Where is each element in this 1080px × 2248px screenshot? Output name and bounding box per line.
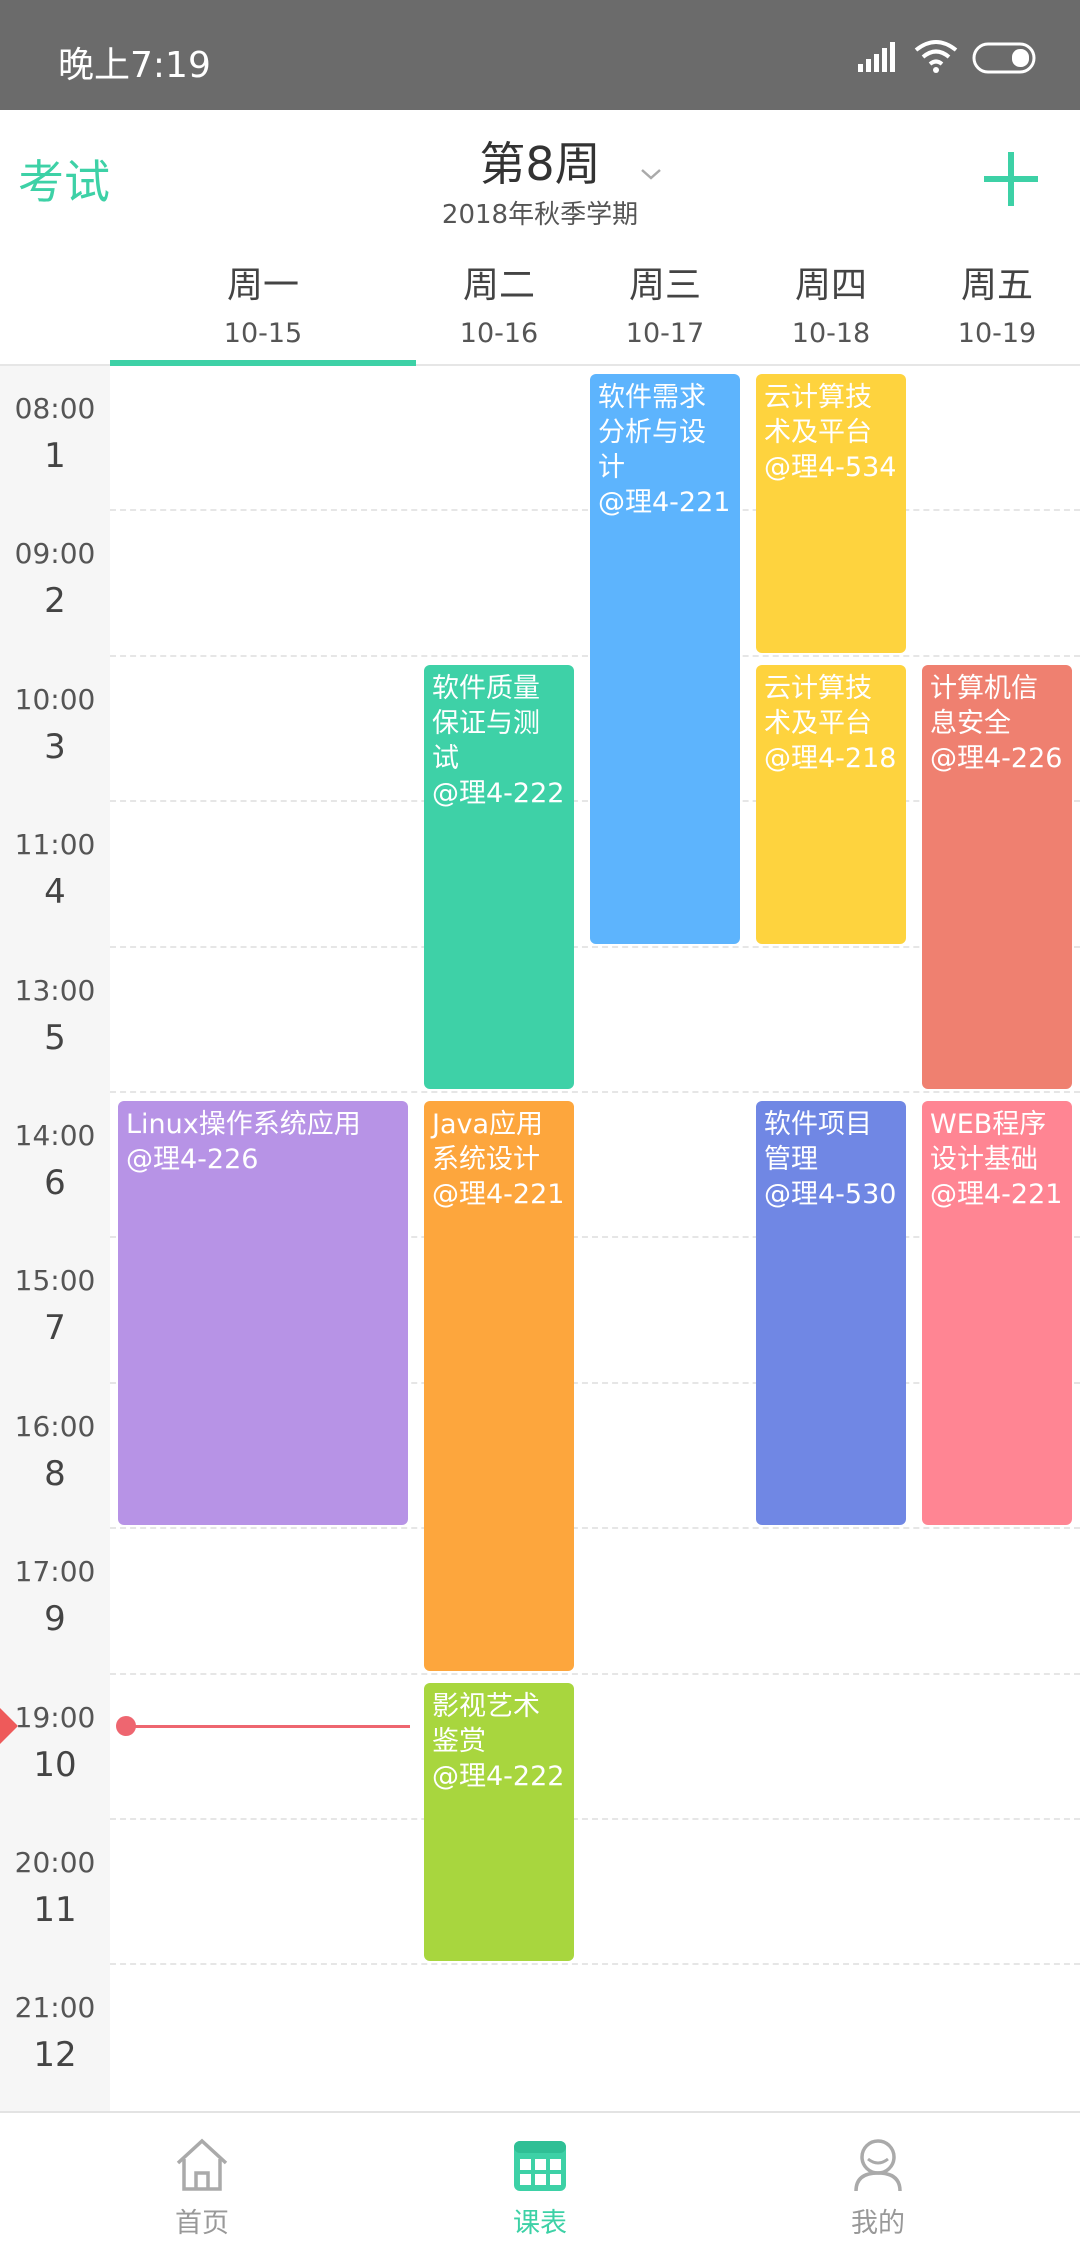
- period-number: 7: [44, 1308, 66, 1349]
- day-name: 周一: [226, 265, 299, 306]
- grid-divider: [110, 1963, 1080, 1966]
- period-number: 12: [33, 2035, 77, 2076]
- current-time-arrow-icon: [0, 1708, 18, 1744]
- nav-profile[interactable]: 我的: [778, 2113, 978, 2248]
- course-card[interactable]: Linux操作系统应用 @理4-226: [118, 1101, 408, 1526]
- day-header-row: 周一 10-15 周二 10-16 周三 10-17 周四 10-18 周五 1…: [0, 250, 1080, 366]
- period-number: 6: [44, 1163, 66, 1203]
- grid-divider: [110, 1527, 1080, 1530]
- day-date: 10-18: [791, 318, 871, 349]
- course-card[interactable]: 软件需求分析与设计 @理4-221: [590, 374, 740, 944]
- period-row: 15:00 7: [0, 1238, 110, 1383]
- period-row: 16:00 8: [0, 1384, 110, 1529]
- period-time: 08:00: [14, 392, 96, 425]
- period-time: 15:00: [14, 1264, 96, 1298]
- status-time: 晚上7:19: [58, 45, 211, 86]
- signal-icon: [858, 42, 895, 72]
- period-row: 09:00 2: [0, 511, 110, 656]
- period-row: 13:00 5: [0, 948, 110, 1093]
- grid-divider: [110, 1672, 1080, 1675]
- nav-timetable[interactable]: 课表: [440, 2113, 640, 2248]
- course-card[interactable]: 软件质量保证与测试 @理4-222: [424, 664, 574, 1089]
- nav-label: 首页: [175, 2208, 229, 2239]
- period-number: 10: [33, 1744, 77, 1785]
- period-time: 11:00: [14, 828, 96, 862]
- day-date: 10-17: [625, 318, 705, 349]
- period-number: 1: [44, 436, 66, 476]
- day-date: 10-16: [459, 318, 539, 349]
- period-number: 3: [44, 726, 66, 767]
- battery-icon: [972, 42, 1036, 74]
- day-name: 周四: [794, 265, 867, 306]
- period-row: 10:00 3: [0, 657, 110, 802]
- wifi-icon: [914, 40, 958, 73]
- course-card[interactable]: Java应用系统设计 @理4-221: [424, 1101, 574, 1671]
- day-tab-fri[interactable]: 周五 10-19: [914, 250, 1080, 366]
- profile-icon: [854, 2139, 902, 2192]
- nav-label: 课表: [513, 2208, 567, 2239]
- period-number: 9: [44, 1599, 66, 1640]
- period-time: 14:00: [14, 1119, 96, 1152]
- period-column: 08:00 1 09:00 2 10:00 3 11:00 4 13:00 5 14:00 6 15:0…: [0, 366, 110, 2111]
- week-selector[interactable]: 第8周: [0, 128, 1080, 194]
- period-row: 14:00 6: [0, 1093, 110, 1238]
- day-date: 10-15: [223, 318, 303, 349]
- current-time-dot: [116, 1716, 136, 1736]
- period-row: 08:00 1: [0, 366, 110, 511]
- period-number: 4: [44, 872, 66, 913]
- period-row: 21:00 12: [0, 1965, 110, 2110]
- nav-label: 我的: [851, 2208, 905, 2239]
- nav-home[interactable]: 首页: [102, 2113, 302, 2248]
- day-tab-tue[interactable]: 周二 10-16: [416, 250, 582, 366]
- day-name: 周二: [462, 265, 535, 306]
- course-card[interactable]: 云计算技术及平台 @理4-534: [756, 374, 906, 653]
- home-icon: [176, 2138, 228, 2191]
- grid-divider: [110, 1818, 1080, 1820]
- course-card[interactable]: WEB程序设计基础 @理4-221: [922, 1101, 1072, 1526]
- period-time: 20:00: [14, 1846, 96, 1879]
- current-time-line: [124, 1725, 410, 1728]
- timetable-grid: 08:00 1 09:00 2 10:00 3 11:00 4 13:00 5 14:00 6 15:0…: [0, 366, 1080, 2111]
- plus-icon[interactable]: [982, 150, 1040, 208]
- app-header: 考试 第8周 2018年秋季学期: [0, 110, 1080, 250]
- day-tab-mon[interactable]: 周一 10-15: [110, 250, 416, 366]
- status-bar: 晚上7:19: [0, 0, 1080, 110]
- period-row: 20:00 11: [0, 1820, 110, 1965]
- period-number: 8: [44, 1453, 66, 1494]
- week-title[interactable]: 第8周: [479, 128, 600, 194]
- course-card[interactable]: 计算机信息安全 @理4-226: [922, 664, 1072, 1089]
- period-time: 10:00: [14, 682, 96, 716]
- day-name: 周五: [960, 265, 1033, 306]
- period-time: 21:00: [14, 1991, 96, 2025]
- term-label: 2018年秋季学期: [441, 200, 639, 230]
- period-time: 09:00: [14, 537, 96, 571]
- day-name: 周三: [628, 265, 701, 306]
- course-card[interactable]: 影视艺术鉴赏 @理4-222: [424, 1682, 574, 1962]
- course-card[interactable]: 云计算技术及平台 @理4-218: [756, 664, 906, 944]
- period-row: 17:00 9: [0, 1529, 110, 1674]
- timetable-icon: [514, 2141, 566, 2191]
- period-time: 17:00: [14, 1555, 96, 1589]
- day-tab-thu[interactable]: 周四 10-18: [748, 250, 914, 366]
- period-row: 19:00 10: [0, 1675, 110, 1820]
- period-number: 5: [44, 1017, 66, 1058]
- course-card[interactable]: 软件项目管理 @理4-530: [756, 1101, 906, 1526]
- period-time: 16:00: [14, 1409, 96, 1443]
- period-row: 11:00 4: [0, 802, 110, 947]
- day-tab-wed[interactable]: 周三 10-17: [582, 250, 748, 366]
- period-time: 13:00: [14, 973, 96, 1007]
- day-date: 10-19: [957, 318, 1037, 349]
- chevron-down-icon[interactable]: [636, 162, 666, 186]
- bottom-nav: 首页 课表 我的: [0, 2111, 1080, 2248]
- period-number: 2: [44, 581, 66, 622]
- grid-divider: [110, 1091, 1080, 1093]
- period-number: 11: [33, 1890, 77, 1930]
